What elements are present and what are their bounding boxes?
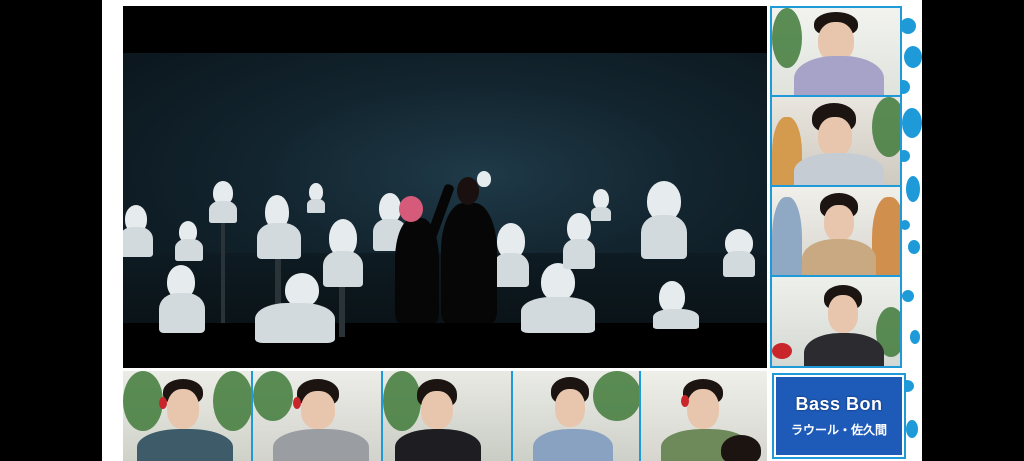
reaction-panel	[770, 275, 902, 368]
reaction-panel	[381, 371, 511, 461]
dancer-head	[457, 177, 479, 205]
reaction-panel	[511, 371, 639, 461]
reaction-panel	[639, 371, 767, 461]
reaction-panel	[251, 371, 381, 461]
video-scene-statues	[123, 53, 767, 343]
main-video-player[interactable]	[123, 6, 767, 368]
dancer-head	[399, 196, 423, 222]
song-title-card: Bass Bon ラウール・佐久間	[772, 373, 906, 459]
reaction-panels-column	[770, 6, 902, 368]
reaction-panels-row	[123, 371, 767, 461]
reaction-panel	[770, 6, 902, 97]
reaction-panel	[770, 95, 902, 187]
broadcast-frame: Bass Bon ラウール・佐久間	[102, 0, 922, 461]
dancer-figure	[441, 203, 497, 323]
song-title: Bass Bon	[795, 394, 883, 414]
song-performers: ラウール・佐久間	[790, 423, 887, 437]
reaction-panel	[770, 185, 902, 277]
reaction-panel	[123, 371, 251, 461]
